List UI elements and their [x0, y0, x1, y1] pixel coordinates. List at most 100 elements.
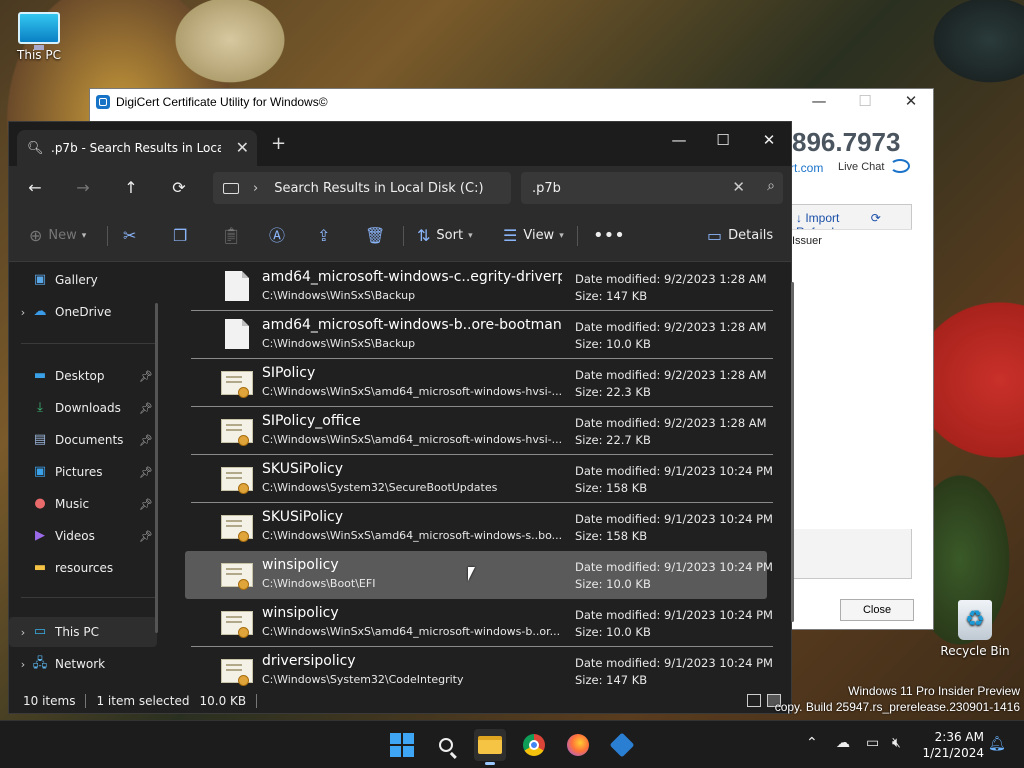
sidebar-item-desktop[interactable]: ▬ Desktop 📌︎ — [9, 361, 157, 391]
divider — [85, 694, 87, 708]
sidebar-item-documents[interactable]: ▤ Documents 📌︎ — [9, 425, 157, 455]
search-button[interactable] — [430, 729, 462, 761]
file-date: Date modified: 9/2/2023 1:28 AM — [575, 368, 767, 382]
sidebar-item-music[interactable]: ● Music 📌︎ — [9, 489, 157, 519]
file-row[interactable]: amd64_microsoft-windows-b..ore-bootman..… — [185, 311, 773, 359]
website-link[interactable]: rt.com — [790, 161, 823, 175]
file-size: Size: 10.0 KB — [575, 577, 651, 591]
up-icon[interactable]: ↑ — [117, 175, 145, 201]
view-button[interactable]: ☰ View ▾ — [503, 224, 564, 248]
chevron-down-icon: ▾ — [468, 231, 473, 241]
close-icon[interactable]: ✕ — [888, 89, 934, 115]
sidebar-item-pictures[interactable]: ▣ Pictures 📌︎ — [9, 457, 157, 487]
sidebar-item-this-pc[interactable]: › ▭ This PC — [9, 617, 157, 647]
pin-icon[interactable]: 📌︎ — [139, 370, 153, 383]
sidebar-item-resources[interactable]: ▬ resources — [9, 553, 157, 583]
chevron-right-icon[interactable]: › — [15, 306, 31, 319]
pin-icon[interactable]: 📌︎ — [139, 498, 153, 511]
more-options-button[interactable]: ••• — [593, 224, 625, 248]
file-row[interactable]: winsipolicy C:\Windows\WinSxS\amd64_micro… — [185, 599, 773, 647]
cut-button[interactable]: ✂ — [123, 224, 142, 248]
issuer-column-header[interactable]: Issuer — [792, 235, 822, 247]
delete-button[interactable]: 🗑︎ — [365, 224, 391, 248]
close-icon[interactable]: ✕ — [747, 126, 791, 154]
file-row[interactable]: winsipolicy C:\Windows\Boot\EFI Date modif… — [185, 551, 773, 599]
chevron-right-icon[interactable]: › — [253, 181, 258, 196]
close-tab-icon[interactable]: ✕ — [236, 138, 249, 157]
desktop-icon-recycle-bin[interactable]: ♻ Recycle Bin — [940, 600, 1010, 658]
minimize-icon[interactable]: — — [657, 126, 701, 154]
file-row[interactable]: SKUSiPolicy C:\Windows\System32\SecureBoo… — [185, 455, 773, 503]
notification-icon[interactable]: 🔔︎ — [988, 736, 1006, 752]
file-size: Size: 158 KB — [575, 529, 648, 543]
search-icon[interactable]: ⌕ — [767, 178, 775, 194]
address-bar[interactable]: › Search Results in Local Disk (C:) — [213, 172, 511, 204]
breadcrumb[interactable]: Search Results in Local Disk (C:) — [274, 181, 483, 196]
divider — [256, 694, 258, 708]
maximize-icon[interactable]: ☐ — [842, 89, 888, 115]
chevron-up-icon[interactable]: ⌃ — [806, 735, 818, 751]
certificate-list[interactable] — [790, 229, 912, 529]
firefox-taskbar-button[interactable] — [562, 729, 594, 761]
desktop-icon-this-pc[interactable]: This PC — [4, 12, 74, 62]
file-row[interactable]: SIPolicy_office C:\Windows\WinSxS\amd64_m… — [185, 407, 773, 455]
onedrive-icon[interactable]: ☁ — [836, 735, 850, 751]
chevron-right-icon[interactable]: › — [15, 658, 31, 671]
network-icon[interactable]: ▭ — [866, 735, 879, 751]
refresh-icon[interactable]: ⟳ — [165, 175, 193, 201]
downloads-icon: ⤓ — [37, 400, 43, 415]
digicert-taskbar-button[interactable] — [606, 729, 638, 761]
forward-icon[interactable]: → — [69, 175, 97, 201]
paste-button[interactable]: 📋︎ — [221, 224, 247, 248]
clear-search-icon[interactable]: ✕ — [732, 178, 745, 196]
import-button[interactable]: ↓ Import — [796, 211, 853, 225]
file-row[interactable]: amd64_microsoft-windows-c..egrity-driver… — [185, 263, 773, 311]
rename-button[interactable]: Ⓐ — [269, 224, 291, 248]
sidebar-item-downloads[interactable]: ⤓ Downloads 📌︎ — [9, 393, 157, 423]
sidebar-scrollbar[interactable] — [155, 303, 158, 633]
watermark-line: Windows 11 Pro Insider Preview — [848, 684, 1020, 698]
file-size: Size: 147 KB — [575, 673, 648, 687]
file-row[interactable]: driversipolicy C:\Windows\System32\CodeIn… — [185, 647, 773, 690]
file-list-scrollbar[interactable] — [791, 282, 794, 622]
details-button[interactable]: ▭ Details — [707, 224, 773, 248]
details-view-icon[interactable] — [747, 694, 761, 707]
file-name: amd64_microsoft-windows-b..ore-bootman..… — [262, 317, 562, 333]
chevron-right-icon[interactable]: › — [15, 626, 31, 639]
back-icon[interactable]: ← — [21, 175, 49, 201]
volume-icon[interactable]: 🔇︎ — [892, 735, 901, 751]
file-row[interactable]: SKUSiPolicy C:\Windows\WinSxS\amd64_micro… — [185, 503, 773, 551]
pin-icon[interactable]: 📌︎ — [139, 434, 153, 447]
minimize-icon[interactable]: — — [796, 89, 842, 115]
live-chat-link[interactable]: Live Chat — [838, 161, 884, 173]
file-explorer-taskbar-button[interactable] — [474, 729, 506, 765]
clock[interactable]: 2:36 AM 1/21/2024 — [916, 729, 984, 761]
search-input[interactable]: .p7b ✕ ⌕ — [521, 172, 783, 204]
file-date: Date modified: 9/1/2023 10:24 PM — [575, 560, 773, 574]
share-button[interactable]: ⇪ — [317, 224, 336, 248]
maximize-icon[interactable]: ☐ — [701, 126, 745, 154]
pin-icon[interactable]: 📌︎ — [139, 466, 153, 479]
copy-button[interactable]: ❐ — [173, 224, 193, 248]
sort-button[interactable]: ⇅ Sort ▾ — [417, 224, 473, 248]
file-row[interactable]: SIPolicy C:\Windows\WinSxS\amd64_microsof… — [185, 359, 773, 407]
chrome-taskbar-button[interactable] — [518, 729, 550, 761]
status-bar: 10 items 1 item selected 10.0 KB — [9, 688, 791, 714]
file-path: C:\Windows\System32\CodeIntegrity — [262, 673, 464, 686]
start-button[interactable] — [386, 729, 418, 761]
sidebar-item-network[interactable]: › 🖧︎ Network — [9, 649, 157, 679]
sidebar-item-onedrive[interactable]: › ☁ OneDrive — [9, 297, 157, 327]
sidebar-item-videos[interactable]: ▶ Videos 📌︎ — [9, 521, 157, 551]
rename-icon: Ⓐ — [269, 226, 286, 245]
close-button[interactable]: Close — [840, 599, 914, 621]
tab-search-results[interactable]: 🔍︎ .p7b - Search Results in Local Disk (… — [17, 130, 257, 166]
new-button[interactable]: ⊕ New ▾ — [29, 224, 86, 248]
sidebar-item-gallery[interactable]: ▣ Gallery — [9, 265, 157, 295]
paste-icon: 📋︎ — [221, 226, 242, 245]
file-name: SKUSiPolicy — [262, 461, 343, 477]
certificate-icon — [221, 559, 253, 591]
pin-icon[interactable]: 📌︎ — [139, 530, 153, 543]
chat-icon[interactable] — [890, 159, 910, 173]
new-tab-icon[interactable]: + — [271, 133, 286, 154]
pin-icon[interactable]: 📌︎ — [139, 402, 153, 415]
